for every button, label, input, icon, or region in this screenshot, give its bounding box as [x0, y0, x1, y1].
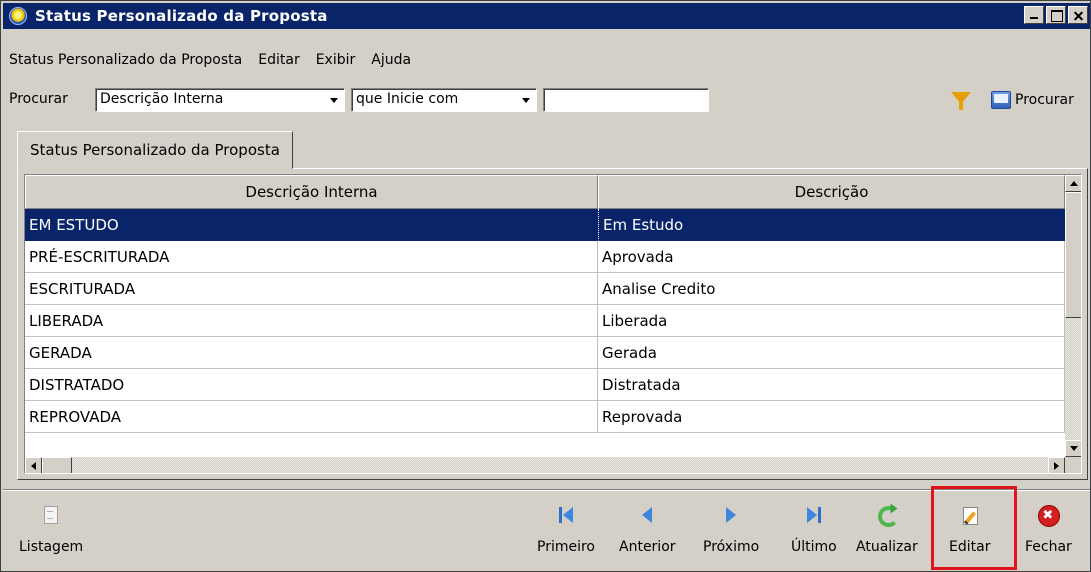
cell-descricao: Aprovada	[598, 241, 1065, 273]
column-header-descricao[interactable]: Descrição	[598, 175, 1065, 209]
search-field-value: Descrição Interna	[100, 91, 224, 107]
primeiro-button[interactable]: Primeiro	[537, 501, 595, 565]
table-row[interactable]: DISTRATADO Distratada	[25, 369, 1065, 401]
search-input[interactable]	[543, 88, 709, 112]
maximize-button[interactable]	[1046, 6, 1066, 24]
cell-descricao: Gerada	[598, 337, 1065, 369]
document-list-icon	[40, 505, 62, 527]
grid-header: Descrição Interna Descrição	[25, 175, 1065, 209]
cell-descricao-interna: PRÉ-ESCRITURADA	[25, 241, 598, 273]
ultimo-button[interactable]: Último	[791, 501, 837, 565]
cell-descricao: Distratada	[598, 369, 1065, 401]
cell-descricao: Analise Credito	[598, 273, 1065, 305]
cell-descricao-interna: LIBERADA	[25, 305, 598, 337]
toolbar-separator	[3, 489, 1090, 491]
fechar-button[interactable]: Fechar	[1025, 501, 1072, 565]
table-row[interactable]: PRÉ-ESCRITURADA Aprovada	[25, 241, 1065, 273]
search-button-label: Procurar	[1015, 92, 1074, 108]
proximo-button[interactable]: Próximo	[703, 501, 759, 565]
last-record-icon	[803, 505, 825, 527]
menu-editar[interactable]: Editar	[250, 52, 307, 68]
window-close-button[interactable]	[1068, 6, 1088, 24]
main-window: Status Personalizado da Proposta Status …	[0, 0, 1091, 572]
table-row[interactable]: REPROVADA Reprovada	[25, 401, 1065, 433]
primeiro-label: Primeiro	[537, 539, 595, 555]
fechar-label: Fechar	[1025, 539, 1072, 555]
listagem-label: Listagem	[19, 539, 84, 555]
previous-record-icon	[636, 505, 658, 527]
cell-descricao: Liberada	[598, 305, 1065, 337]
vertical-scroll-thumb[interactable]	[1065, 192, 1081, 318]
scroll-up-button[interactable]	[1065, 175, 1081, 192]
atualizar-label: Atualizar	[856, 539, 918, 555]
cell-descricao-interna: REPROVADA	[25, 401, 598, 433]
scroll-down-button[interactable]	[1065, 440, 1081, 457]
anterior-label: Anterior	[619, 539, 676, 555]
arrow-down-icon	[1069, 446, 1078, 451]
cell-descricao-interna: EM ESTUDO	[25, 209, 598, 241]
search-window-icon	[991, 91, 1011, 109]
cell-descricao: Em Estudo	[598, 209, 1065, 241]
anterior-button[interactable]: Anterior	[619, 501, 676, 565]
menu-ajuda[interactable]: Ajuda	[363, 52, 419, 68]
refresh-icon	[876, 505, 899, 527]
search-condition-select[interactable]: que Inicie com	[351, 88, 537, 112]
cell-descricao-interna: ESCRITURADA	[25, 273, 598, 305]
data-grid: Descrição Interna Descrição EM ESTUDO Em…	[24, 174, 1082, 474]
editar-label: Editar	[949, 539, 991, 555]
table-row[interactable]: EM ESTUDO Em Estudo	[25, 209, 1065, 241]
vertical-scrollbar[interactable]	[1065, 175, 1081, 457]
scrollbar-corner	[1065, 457, 1081, 473]
chevron-down-icon[interactable]	[518, 91, 534, 109]
tab-panel: Descrição Interna Descrição EM ESTUDO Em…	[17, 168, 1088, 480]
search-button[interactable]: Procurar	[991, 88, 1074, 112]
arrow-left-icon	[31, 461, 36, 470]
tab-label: Status Personalizado da Proposta	[30, 141, 280, 159]
menu-exibir[interactable]: Exibir	[308, 52, 364, 68]
proximo-label: Próximo	[703, 539, 760, 555]
minimize-button[interactable]	[1024, 6, 1044, 24]
menu-status-proposta[interactable]: Status Personalizado da Proposta	[3, 52, 250, 68]
table-row[interactable]: LIBERADA Liberada	[25, 305, 1065, 337]
search-field-select[interactable]: Descrição Interna	[95, 88, 345, 112]
cell-descricao-interna: DISTRATADO	[25, 369, 598, 401]
atualizar-button[interactable]: Atualizar	[856, 501, 918, 565]
grid-body: EM ESTUDO Em Estudo PRÉ-ESCRITURADA Apro…	[25, 209, 1065, 433]
editar-button[interactable]: Editar	[949, 501, 990, 565]
window-controls	[1024, 6, 1088, 24]
cell-descricao: Reprovada	[598, 401, 1065, 433]
scroll-right-button[interactable]	[1048, 457, 1065, 473]
listagem-button[interactable]: Listagem	[19, 501, 83, 565]
app-logo-icon	[9, 7, 27, 25]
arrow-right-icon	[1054, 461, 1059, 470]
cell-descricao-interna: GERADA	[25, 337, 598, 369]
chevron-down-icon[interactable]	[326, 91, 342, 109]
arrow-up-icon	[1069, 181, 1078, 186]
table-row[interactable]: GERADA Gerada	[25, 337, 1065, 369]
table-row[interactable]: ESCRITURADA Analise Credito	[25, 273, 1065, 305]
menu-bar: Status Personalizado da Proposta Editar …	[3, 49, 419, 71]
column-header-descricao-interna[interactable]: Descrição Interna	[25, 175, 598, 209]
scroll-left-button[interactable]	[25, 457, 42, 473]
horizontal-scroll-thumb[interactable]	[42, 457, 72, 473]
search-bar: Procurar Descrição Interna que Inicie co…	[3, 85, 1090, 113]
filter-funnel-icon[interactable]	[951, 92, 971, 110]
tab-status-proposta[interactable]: Status Personalizado da Proposta	[17, 131, 293, 169]
window-title: Status Personalizado da Proposta	[35, 7, 328, 25]
close-red-icon	[1037, 505, 1061, 527]
horizontal-scrollbar[interactable]	[25, 457, 1065, 473]
first-record-icon	[555, 505, 577, 527]
search-condition-value: que Inicie com	[356, 91, 459, 107]
search-label: Procurar	[9, 91, 68, 107]
next-record-icon	[720, 505, 742, 527]
edit-document-icon	[959, 505, 981, 527]
title-bar[interactable]: Status Personalizado da Proposta	[3, 3, 1090, 29]
ultimo-label: Último	[791, 539, 837, 555]
